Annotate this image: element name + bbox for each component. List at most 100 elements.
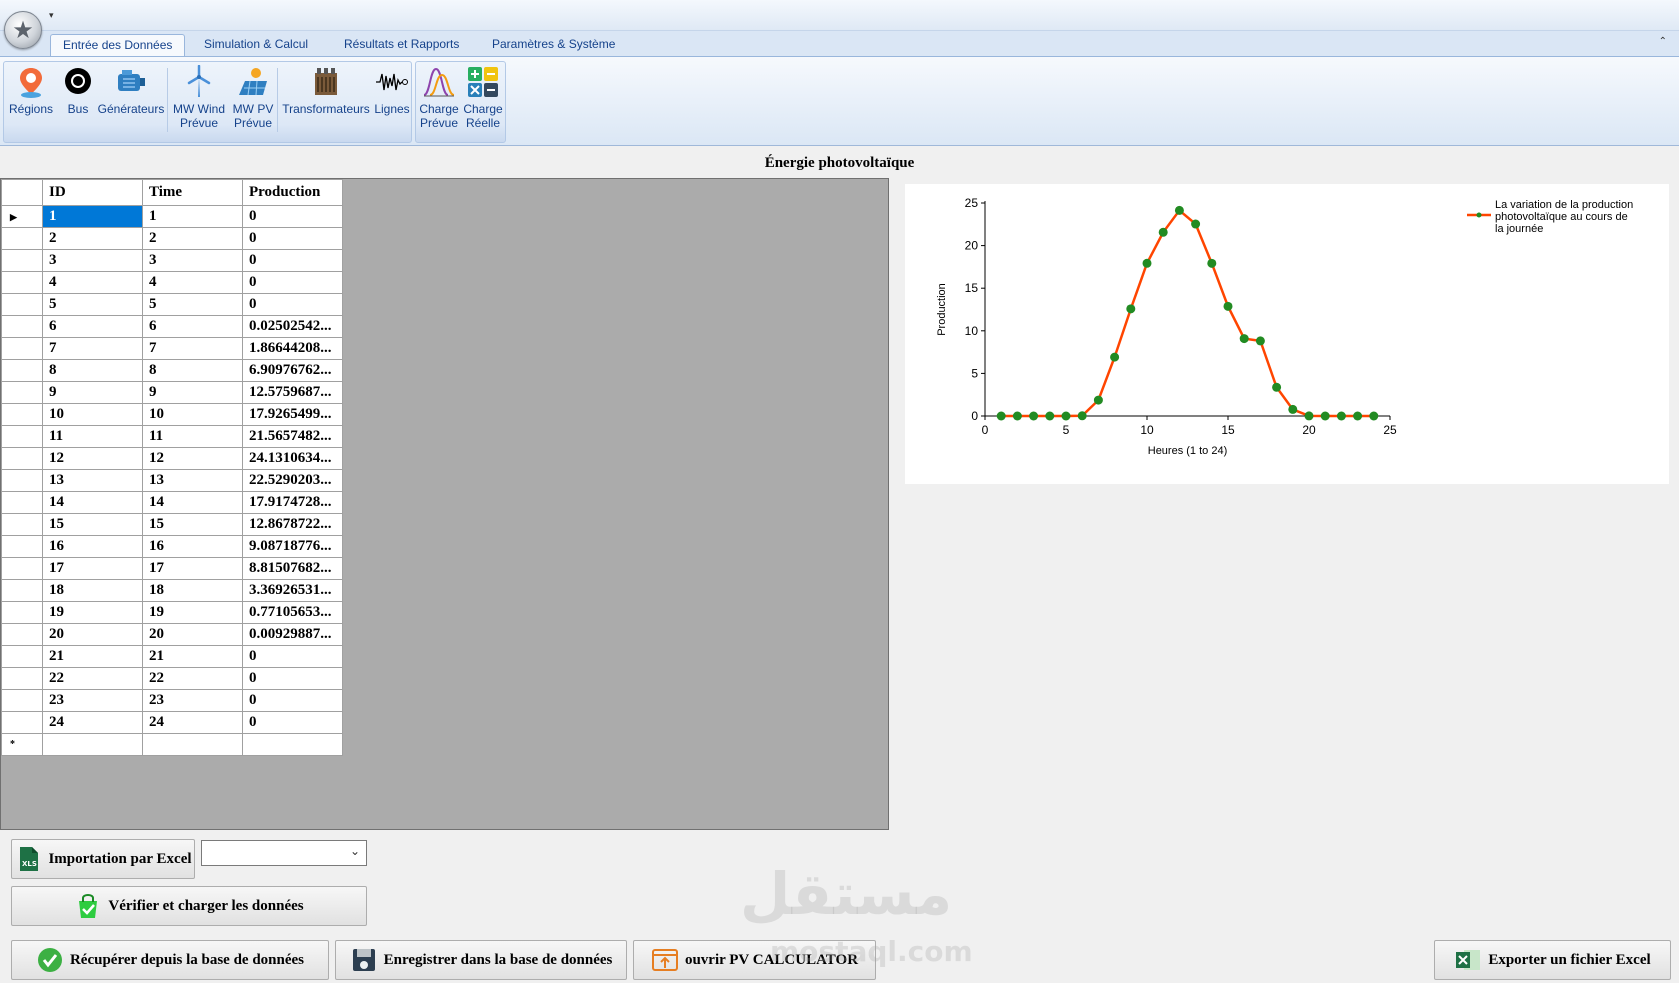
column-header-time[interactable]: Time — [142, 179, 243, 206]
table-row[interactable]: 15 15 12.8678722... — [1, 513, 343, 536]
new-row[interactable]: * — [1, 733, 343, 756]
table-row[interactable]: 13 13 22.5290203... — [1, 469, 343, 492]
cell-production[interactable]: 0 — [242, 667, 343, 690]
table-row[interactable]: 330 — [1, 249, 343, 272]
cell-id[interactable]: 17 — [42, 557, 143, 580]
cell-time[interactable]: 6 — [142, 315, 243, 338]
cell-time[interactable]: 16 — [142, 535, 243, 558]
cell-production[interactable]: 21.5657482... — [242, 425, 343, 448]
cell-time[interactable]: 13 — [142, 469, 243, 492]
cell-time[interactable]: 12 — [142, 447, 243, 470]
row-header[interactable]: ▶ — [1, 205, 43, 228]
row-header[interactable] — [1, 271, 43, 294]
cell-production[interactable]: 9.08718776... — [242, 535, 343, 558]
table-row[interactable]: 21 21 0 — [1, 645, 343, 668]
tab-entree-donnees[interactable]: Entrée des Données — [50, 34, 186, 56]
column-header-production[interactable]: Production — [242, 179, 343, 206]
cell-id[interactable]: 3 — [42, 249, 143, 272]
charge-prevue-button[interactable]: Charge Prévue — [418, 65, 460, 130]
table-row[interactable]: 10 10 17.9265499... — [1, 403, 343, 426]
tab-resultats-rapports[interactable]: Résultats et Rapports — [332, 34, 471, 56]
regions-button[interactable]: Régions — [6, 65, 56, 116]
import-excel-button[interactable]: XLS Importation par Excel — [11, 839, 195, 879]
cell-time[interactable]: 23 — [142, 689, 243, 712]
cell-time[interactable]: 4 — [142, 271, 243, 294]
cell-id[interactable]: 21 — [42, 645, 143, 668]
cell-id[interactable]: 16 — [42, 535, 143, 558]
cell-production[interactable]: 0 — [242, 227, 343, 250]
cell-production[interactable]: 24.1310634... — [242, 447, 343, 470]
table-row[interactable]: 18 18 3.36926531... — [1, 579, 343, 602]
cell-id[interactable]: 10 — [42, 403, 143, 426]
verify-load-button[interactable]: Vérifier et charger les données — [11, 886, 367, 926]
table-row[interactable]: 9 9 12.5759687... — [1, 381, 343, 404]
row-header[interactable] — [1, 249, 43, 272]
cell-id[interactable]: 9 — [42, 381, 143, 404]
cell-time[interactable]: 1 — [142, 205, 243, 228]
mw-wind-prevue-button[interactable]: MW Wind Prévue — [170, 65, 228, 130]
generateurs-button[interactable]: Générateurs — [94, 65, 168, 116]
cell-id[interactable]: 4 — [42, 271, 143, 294]
cell-time[interactable]: 15 — [142, 513, 243, 536]
cell-production[interactable]: 0 — [242, 293, 343, 316]
mw-pv-prevue-button[interactable]: MW PV Prévue — [228, 65, 278, 130]
table-row[interactable]: 550 — [1, 293, 343, 316]
cell-production[interactable]: 17.9174728... — [242, 491, 343, 514]
cell-id[interactable]: 23 — [42, 689, 143, 712]
cell-time[interactable]: 5 — [142, 293, 243, 316]
row-header[interactable] — [1, 447, 43, 470]
cell-production[interactable]: 22.5290203... — [242, 469, 343, 492]
row-header[interactable] — [1, 667, 43, 690]
row-header[interactable] — [1, 315, 43, 338]
cell-id[interactable]: 1 — [42, 205, 143, 228]
cell-time[interactable] — [142, 733, 243, 756]
table-row[interactable]: 19 19 0.77105653... — [1, 601, 343, 624]
cell-time[interactable]: 20 — [142, 623, 243, 646]
enregistrer-db-button[interactable]: Enregistrer dans la base de données — [335, 940, 627, 980]
cell-id[interactable]: 12 — [42, 447, 143, 470]
transformateurs-button[interactable]: Transformateurs — [279, 65, 373, 116]
cell-id[interactable]: 15 — [42, 513, 143, 536]
row-header[interactable] — [1, 601, 43, 624]
cell-id[interactable]: 13 — [42, 469, 143, 492]
cell-production[interactable]: 3.36926531... — [242, 579, 343, 602]
cell-production[interactable]: 0 — [242, 645, 343, 668]
lignes-button[interactable]: Lignes — [371, 65, 413, 116]
row-header[interactable] — [1, 513, 43, 536]
table-row[interactable]: 14 14 17.9174728... — [1, 491, 343, 514]
cell-production[interactable]: 12.8678722... — [242, 513, 343, 536]
row-header[interactable] — [1, 535, 43, 558]
cell-production[interactable]: 0.02502542... — [242, 315, 343, 338]
cell-time[interactable]: 9 — [142, 381, 243, 404]
bus-button[interactable]: Bus — [59, 65, 97, 116]
cell-time[interactable]: 22 — [142, 667, 243, 690]
row-header[interactable] — [1, 711, 43, 734]
cell-id[interactable]: 20 — [42, 623, 143, 646]
cell-production[interactable]: 0 — [242, 205, 343, 228]
cell-production[interactable]: 8.81507682... — [242, 557, 343, 580]
row-header[interactable] — [1, 227, 43, 250]
recuperer-db-button[interactable]: Récupérer depuis la base de données — [11, 940, 329, 980]
row-header[interactable] — [1, 469, 43, 492]
tab-parametres-systeme[interactable]: Paramètres & Système — [480, 34, 627, 56]
cell-id[interactable]: 8 — [42, 359, 143, 382]
cell-time[interactable]: 11 — [142, 425, 243, 448]
data-grid[interactable]: ID Time Production ▶ 1 1 0 2 2 0 3 3 0 4 4 0 5 5 0 6 6 0.0… — [0, 178, 889, 830]
cell-production[interactable]: 0 — [242, 689, 343, 712]
row-header[interactable] — [1, 337, 43, 360]
cell-time[interactable]: 2 — [142, 227, 243, 250]
cell-production[interactable]: 6.90976762... — [242, 359, 343, 382]
column-header-id[interactable]: ID — [42, 179, 143, 206]
collapse-ribbon-icon[interactable]: ⌃ — [1659, 36, 1667, 47]
cell-time[interactable]: 21 — [142, 645, 243, 668]
row-header[interactable] — [1, 425, 43, 448]
cell-time[interactable]: 24 — [142, 711, 243, 734]
tab-simulation-calcul[interactable]: Simulation & Calcul — [192, 34, 320, 56]
table-row[interactable]: 220 — [1, 227, 343, 250]
cell-production[interactable]: 0 — [242, 711, 343, 734]
cell-id[interactable]: 14 — [42, 491, 143, 514]
cell-id[interactable]: 6 — [42, 315, 143, 338]
row-header[interactable] — [1, 623, 43, 646]
table-row[interactable]: 16 16 9.08718776... — [1, 535, 343, 558]
cell-time[interactable]: 7 — [142, 337, 243, 360]
